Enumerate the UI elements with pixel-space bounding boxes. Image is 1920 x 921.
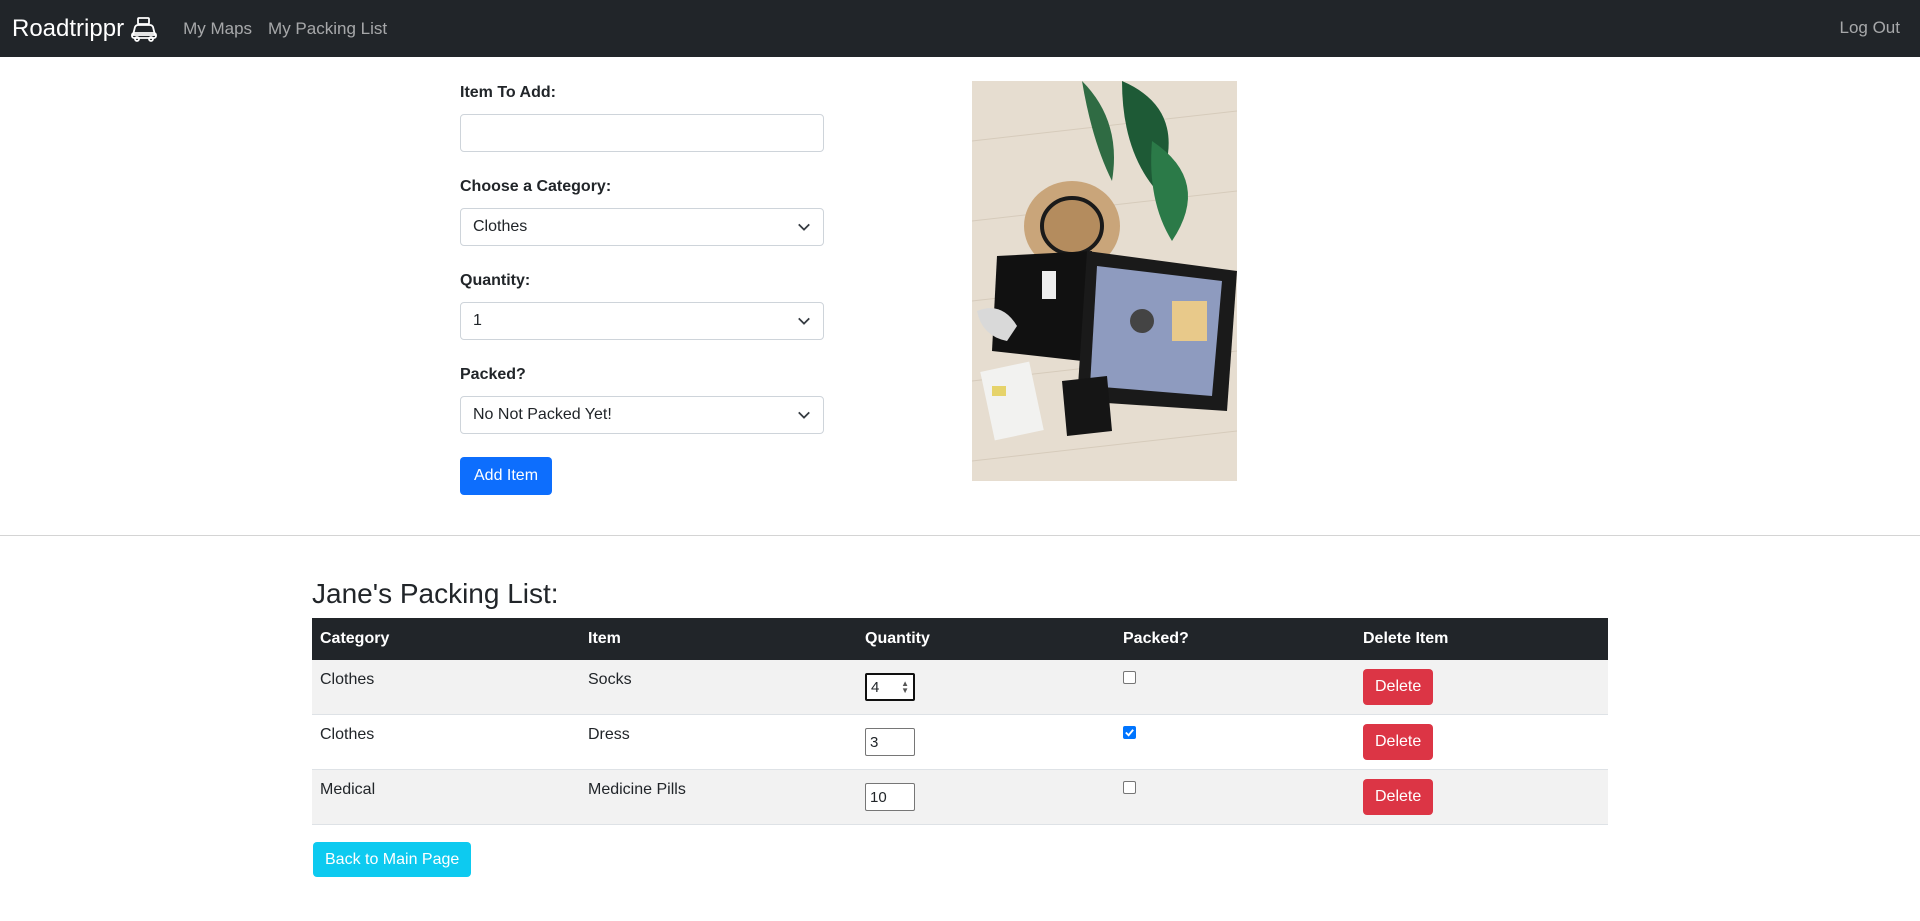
item-label: Item To Add:: [460, 84, 556, 101]
delete-button[interactable]: Delete: [1363, 724, 1434, 760]
row-category: Clothes: [320, 726, 375, 743]
quantity-stepper[interactable]: 10: [865, 783, 915, 811]
row-category: Clothes: [320, 671, 375, 688]
header-quantity: Quantity: [865, 630, 930, 647]
packing-list-table: Category Item Quantity Packed? Delete It…: [312, 618, 1608, 825]
spinner-arrows-icon[interactable]: ▲ ▼: [901, 680, 909, 695]
packed-checkbox[interactable]: [1123, 781, 1136, 794]
quantity-stepper[interactable]: 3: [865, 728, 915, 756]
header-category: Category: [320, 630, 390, 647]
back-to-main-button[interactable]: Back to Main Page: [313, 842, 472, 877]
packing-photo: [972, 81, 1237, 481]
car-luggage-icon: [130, 16, 158, 42]
item-group: Item To Add:: [460, 84, 824, 152]
chevron-down-icon: [798, 317, 810, 325]
packed-selected-value: No Not Packed Yet!: [473, 406, 612, 423]
section-divider: [0, 535, 1920, 536]
delete-button[interactable]: Delete: [1363, 779, 1434, 815]
packed-group: Packed? No Not Packed Yet!: [460, 366, 824, 434]
row-item: Medicine Pills: [588, 781, 686, 798]
quantity-selected-value: 1: [473, 312, 482, 329]
nav-link-my-maps[interactable]: My Maps: [183, 19, 252, 39]
row-item: Socks: [588, 671, 632, 688]
row-item: Dress: [588, 726, 630, 743]
packed-label: Packed?: [460, 366, 526, 383]
chevron-down-icon: [798, 223, 810, 231]
row-category: Medical: [320, 781, 376, 798]
nav-link-my-packing-list[interactable]: My Packing List: [268, 19, 387, 39]
category-selected-value: Clothes: [473, 218, 528, 235]
brand-link[interactable]: Roadtrippr: [12, 15, 158, 43]
quantity-value: 10: [870, 788, 887, 806]
header-delete-item: Delete Item: [1363, 630, 1449, 647]
table-row: Medical Medicine Pills 10 Delete: [312, 769, 1608, 825]
table-row: Clothes Dress 3 Delete: [312, 714, 1608, 770]
header-packed: Packed?: [1123, 630, 1189, 647]
delete-button[interactable]: Delete: [1363, 669, 1434, 705]
packed-checkbox[interactable]: [1123, 726, 1136, 739]
quantity-value: 3: [870, 733, 879, 751]
quantity-label: Quantity:: [460, 272, 531, 289]
navbar: Roadtrippr My Maps My Packing List Log O…: [0, 0, 1920, 57]
brand-name: Roadtrippr: [12, 14, 125, 42]
add-item-button[interactable]: Add Item: [460, 457, 553, 495]
quantity-group: Quantity: 1: [460, 272, 824, 340]
logout-link[interactable]: Log Out: [1840, 18, 1901, 38]
packed-select[interactable]: No Not Packed Yet!: [460, 396, 824, 434]
item-input[interactable]: [460, 114, 824, 152]
table-header-row: Category Item Quantity Packed? Delete It…: [312, 618, 1608, 660]
quantity-select[interactable]: 1: [460, 302, 824, 340]
category-label: Choose a Category:: [460, 178, 612, 195]
quantity-value: 4: [871, 678, 880, 696]
packing-list-title: Jane's Packing List:: [312, 578, 559, 609]
packed-checkbox[interactable]: [1123, 671, 1136, 684]
table-row: Clothes Socks 4 ▲ ▼ Delete: [312, 660, 1608, 715]
quantity-stepper[interactable]: 4 ▲ ▼: [865, 673, 915, 701]
chevron-down-icon: [798, 411, 810, 419]
category-select[interactable]: Clothes: [460, 208, 824, 246]
header-item: Item: [588, 630, 621, 647]
checkmark-icon: [1125, 729, 1134, 737]
category-group: Choose a Category: Clothes: [460, 178, 824, 246]
